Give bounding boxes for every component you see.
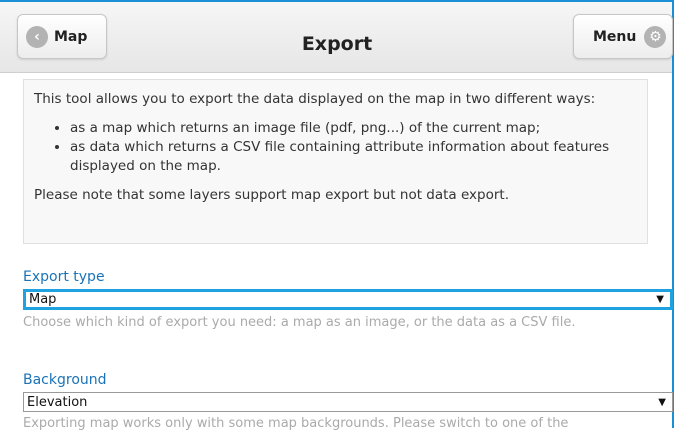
dropdown-arrow-icon: ▼ bbox=[658, 396, 666, 408]
export-type-help: Choose which kind of export you need: a … bbox=[23, 315, 576, 330]
info-list: as a map which returns an image file (pd… bbox=[34, 119, 633, 176]
menu-button[interactable]: Menu ⚙ bbox=[573, 14, 673, 59]
info-bullet: as data which returns a CSV file contain… bbox=[70, 138, 633, 176]
info-bullet: as a map which returns an image file (pd… bbox=[70, 119, 633, 138]
gear-icon: ⚙ bbox=[644, 25, 667, 48]
export-type-label: Export type bbox=[23, 269, 105, 285]
background-label: Background bbox=[23, 372, 107, 388]
background-help: Exporting map works only with some map b… bbox=[23, 416, 569, 431]
background-value: Elevation bbox=[27, 394, 88, 410]
dropdown-arrow-icon: ▼ bbox=[656, 294, 664, 305]
export-type-select[interactable]: Map ▼ bbox=[23, 289, 673, 310]
info-intro: This tool allows you to export the data … bbox=[34, 91, 596, 107]
info-box: This tool allows you to export the data … bbox=[23, 79, 648, 244]
info-note: Please note that some layers support map… bbox=[34, 187, 510, 203]
menu-button-label: Menu bbox=[593, 28, 637, 45]
export-type-value: Map bbox=[29, 292, 57, 307]
background-select[interactable]: Elevation ▼ bbox=[23, 392, 673, 412]
header-bar: ‹ Map Export Menu ⚙ bbox=[0, 2, 673, 73]
